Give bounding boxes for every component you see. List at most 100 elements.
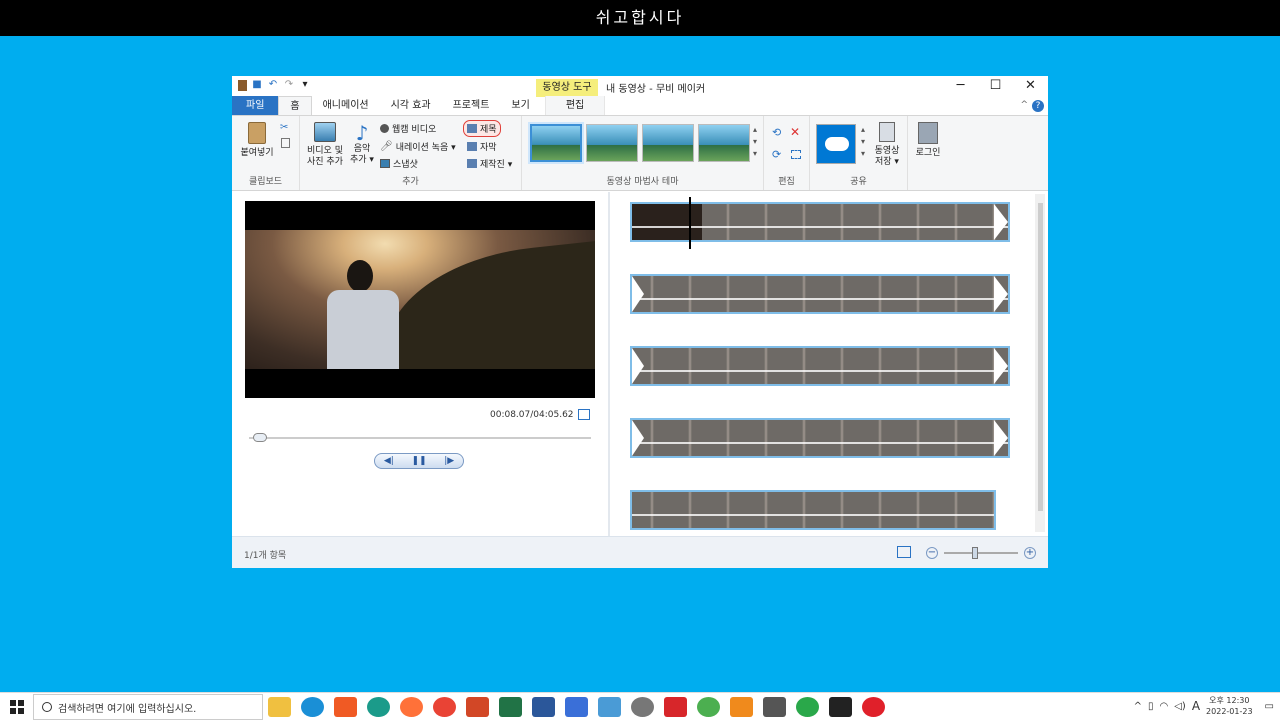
themes-scroll-icon[interactable]: ▴ ▾ ▾ [753, 124, 757, 160]
zoom-in-button[interactable]: + [1024, 547, 1036, 559]
brave-icon[interactable] [334, 697, 357, 717]
storyboard-clip[interactable] [630, 202, 1010, 242]
opera-icon[interactable] [862, 697, 885, 717]
credits-label: 제작진 ▾ [480, 160, 513, 170]
close-button[interactable]: ✕ [1013, 76, 1048, 96]
ime-indicator[interactable]: A [1192, 699, 1200, 713]
add-video-photo-button[interactable]: 비디오 및 사진 추가 [304, 122, 346, 168]
narration-label: 내레이션 녹음 ▾ [395, 143, 456, 153]
undo-icon[interactable]: ↶ [267, 79, 279, 91]
app-icon-teal[interactable] [367, 697, 390, 717]
app-icon-red[interactable] [664, 697, 687, 717]
movie-maker-taskbar-icon[interactable] [598, 697, 621, 717]
save-icon[interactable]: ■ [251, 79, 263, 91]
redo-icon[interactable]: ↷ [283, 79, 295, 91]
taskbar: 검색하려면 여기에 입력하십시오. ^ ▯ ◠ ◁) A 오후 12:30 20… [0, 692, 1280, 720]
seek-thumb[interactable] [253, 433, 268, 442]
onedrive-share-button[interactable] [816, 124, 856, 164]
video-preview[interactable] [245, 201, 595, 398]
window-title: 내 동영상 - 무비 메이커 [606, 84, 706, 95]
search-tool-icon[interactable] [631, 697, 654, 717]
movie-maker-window: ■ ↶ ↷ ▾ 동영상 도구 내 동영상 - 무비 메이커 ─ ☐ ✕ 파일 홈… [232, 76, 1048, 568]
theme-thumbnail-2[interactable] [586, 124, 638, 162]
notification-icon[interactable]: ▭ [1265, 701, 1274, 712]
tab-home[interactable]: 홈 [278, 96, 312, 115]
snapshot-button[interactable]: 스냅샷 [380, 157, 418, 170]
edge-icon[interactable] [301, 697, 324, 717]
credits-button[interactable]: 제작진 ▾ [467, 157, 512, 170]
customize-qat-icon[interactable]: ▾ [299, 79, 311, 91]
calculator-icon[interactable] [763, 697, 786, 717]
cloud-icon [825, 137, 849, 151]
pause-button[interactable]: ❚❚ [411, 456, 426, 466]
app-icon-green[interactable] [697, 697, 720, 717]
zoom-slider-track[interactable] [944, 552, 1018, 554]
thumbnail-size-icon[interactable] [897, 546, 911, 558]
windows-start-icon[interactable] [10, 700, 24, 714]
vlc-icon[interactable] [730, 697, 753, 717]
storyboard-clip[interactable] [630, 346, 1010, 386]
title-button[interactable]: 제목 [463, 120, 501, 137]
select-all-icon[interactable] [791, 150, 801, 159]
minimize-button[interactable]: ─ [943, 76, 978, 96]
caption-button[interactable]: 자막 [467, 140, 497, 153]
help-icon[interactable]: ? [1032, 100, 1044, 112]
share-scroll-icon[interactable]: ▴ ▾ ▾ [861, 124, 865, 160]
tab-file[interactable]: 파일 [232, 96, 279, 115]
app-icon-blue[interactable] [565, 697, 588, 717]
theme-thumbnail-4[interactable] [698, 124, 750, 162]
storyboard-clip[interactable] [630, 490, 996, 530]
tray-overflow-icon[interactable]: ^ [1134, 701, 1142, 712]
zoom-out-button[interactable]: − [926, 547, 938, 559]
next-frame-button[interactable]: |▶ [444, 456, 454, 466]
remove-icon[interactable]: ✕ [790, 125, 800, 139]
microphone-icon: 🎤︎ [380, 141, 393, 152]
person-shirt [327, 290, 399, 369]
file-explorer-icon[interactable] [268, 697, 291, 717]
tab-edit[interactable]: 편집 [544, 96, 606, 115]
app-icon-multicolor[interactable] [796, 697, 819, 717]
clip-thumbnail [632, 204, 702, 240]
playhead[interactable] [689, 197, 691, 249]
chrome-icon[interactable] [433, 697, 456, 717]
wifi-icon[interactable]: ◠ [1160, 701, 1169, 712]
tab-project[interactable]: 프로젝트 [442, 96, 501, 115]
rotate-left-icon[interactable]: ⟲ [772, 126, 781, 139]
paste-button[interactable]: 붙여넣기 [237, 122, 277, 159]
cut-icon[interactable]: ✂ [280, 122, 288, 133]
battery-icon[interactable]: ▯ [1148, 701, 1154, 712]
collapse-ribbon-icon[interactable]: ^ [1020, 100, 1028, 110]
taskbar-search-input[interactable]: 검색하려면 여기에 입력하십시오. [33, 694, 263, 720]
save-movie-button[interactable]: 동영상 저장 ▾ [870, 122, 904, 168]
fullscreen-icon[interactable] [578, 409, 590, 420]
sign-in-button[interactable]: 로그인 [912, 122, 944, 159]
tab-animations[interactable]: 애니메이션 [312, 96, 380, 115]
rotate-right-icon[interactable]: ⟳ [772, 148, 781, 161]
storyboard-clip[interactable] [630, 418, 1010, 458]
record-narration-button[interactable]: 🎤︎ 내레이션 녹음 ▾ [380, 140, 456, 153]
storyboard-clip[interactable] [630, 274, 1010, 314]
quick-access-toolbar: ■ ↶ ↷ ▾ [238, 79, 311, 91]
zoom-slider-thumb[interactable] [972, 547, 978, 559]
share-group-label: 공유 [850, 177, 867, 187]
maximize-button[interactable]: ☐ [978, 76, 1013, 96]
copy-icon[interactable] [281, 138, 290, 148]
tab-visual-effects[interactable]: 시각 효과 [380, 96, 442, 115]
theme-thumbnail-3[interactable] [642, 124, 694, 162]
clock[interactable]: 오후 12:30 2022-01-23 [1206, 695, 1253, 717]
seek-track[interactable] [249, 437, 591, 439]
person-silhouette [327, 260, 399, 369]
sticky-notes-icon[interactable] [829, 697, 852, 717]
volume-icon[interactable]: ◁) [1174, 701, 1186, 712]
powerpoint-icon[interactable] [466, 697, 489, 717]
word-icon[interactable] [532, 697, 555, 717]
tab-view[interactable]: 보기 [500, 96, 540, 115]
clip-transition-arrow [994, 420, 1008, 456]
add-music-button[interactable]: ♪ 음악 추가 ▾ [348, 122, 376, 166]
firefox-icon[interactable] [400, 697, 423, 717]
excel-icon[interactable] [499, 697, 522, 717]
storyboard-scroll-thumb[interactable] [1038, 203, 1043, 511]
webcam-video-button[interactable]: 웹캠 비디오 [380, 122, 436, 135]
theme-thumbnail-1[interactable] [530, 124, 582, 162]
previous-frame-button[interactable]: ◀| [384, 456, 394, 466]
